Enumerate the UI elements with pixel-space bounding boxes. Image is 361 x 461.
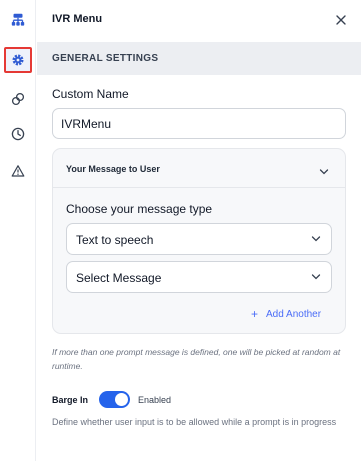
prompt-help-text: If more than one prompt message is defin…: [52, 347, 341, 371]
custom-name-input[interactable]: [52, 108, 346, 139]
collapse-toggle[interactable]: [319, 163, 329, 181]
flow-button[interactable]: [4, 7, 32, 33]
chevron-down-icon: [319, 169, 329, 175]
message-card-title: Your Message to User: [66, 164, 160, 174]
barge-in-description: Define whether user input is to be allow…: [52, 417, 337, 427]
clock-icon: [11, 127, 25, 141]
chevron-down-icon: [311, 274, 321, 280]
barge-in-state: Enabled: [138, 395, 172, 405]
add-another-label: Add Another: [266, 308, 322, 320]
section-title: GENERAL SETTINGS: [52, 53, 159, 64]
properties-panel: IVR Menu GENERAL SETTINGS Custom Name Yo…: [37, 0, 361, 461]
toggle-knob: [115, 393, 128, 406]
message-card-header[interactable]: Your Message to User: [53, 149, 345, 188]
side-rail: [0, 0, 36, 461]
message-type-select[interactable]: Text to speech: [66, 223, 332, 255]
settings-button[interactable]: [4, 47, 32, 73]
timeout-button[interactable]: [4, 121, 32, 147]
flow-icon: [11, 13, 25, 26]
general-settings-section: GENERAL SETTINGS: [37, 42, 361, 75]
close-button[interactable]: [333, 12, 349, 28]
plus-icon: +: [251, 307, 259, 321]
add-another-button[interactable]: + Add Another: [251, 307, 321, 321]
barge-in-label: Barge In: [52, 395, 89, 405]
message-select[interactable]: Select Message: [66, 261, 332, 293]
link-icon: [11, 92, 25, 106]
message-card: Your Message to User Choose your message…: [52, 148, 346, 334]
message-type-value: Text to speech: [76, 233, 154, 247]
error-button[interactable]: [4, 158, 32, 184]
panel-header: IVR Menu: [37, 0, 361, 40]
message-select-value: Select Message: [76, 271, 162, 285]
links-button[interactable]: [4, 86, 32, 112]
custom-name-label: Custom Name: [52, 87, 129, 101]
warning-icon: [11, 165, 25, 177]
gear-icon: [12, 54, 24, 66]
chevron-down-icon: [311, 236, 321, 242]
panel-title: IVR Menu: [52, 13, 103, 25]
message-type-label: Choose your message type: [66, 202, 213, 216]
close-icon: [336, 15, 346, 25]
barge-in-toggle[interactable]: [99, 391, 130, 408]
